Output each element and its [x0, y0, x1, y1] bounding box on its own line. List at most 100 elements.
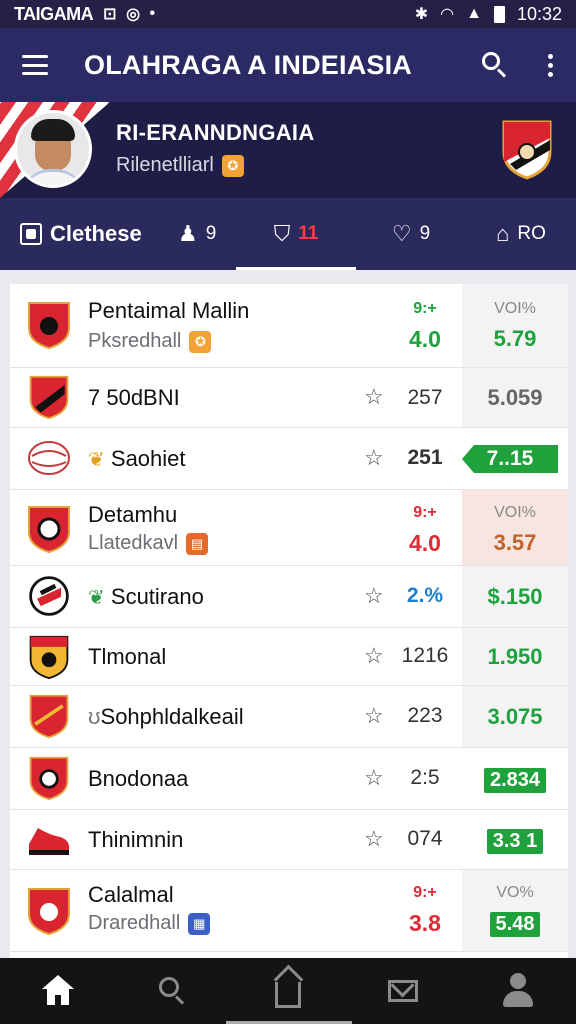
profile-name: RI-ERANNDNGAIA — [116, 120, 315, 145]
percent-label: VOI% — [494, 504, 536, 521]
avatar[interactable] — [14, 110, 92, 188]
tab-trophy[interactable]: ♟ 9 — [178, 198, 236, 270]
more-options-icon[interactable] — [546, 53, 554, 77]
nav-home[interactable] — [26, 965, 90, 1017]
list-item[interactable]: ʊSohphldalkeail ☆ 223 3.075 — [10, 686, 568, 748]
odds-top: 9:+ — [413, 504, 437, 521]
price-value: 1.950 — [487, 644, 543, 669]
tab-trophy-count: 9 — [205, 223, 217, 244]
badge-icon: ▦ — [188, 912, 211, 935]
sync-icon: ◎ — [126, 6, 140, 23]
nav-profile[interactable] — [486, 965, 550, 1017]
bluetooth-icon: ✱ — [414, 6, 429, 23]
link-icon: ʊ — [88, 704, 101, 729]
price-value-wrap: 5.48 — [462, 910, 568, 937]
team-name: Detamhu — [88, 502, 178, 527]
percent-label: VO% — [496, 884, 534, 901]
price-value: 3.57 — [493, 530, 537, 555]
club-crest-icon[interactable] — [500, 118, 554, 180]
tab-bookmark-count: 11 — [298, 223, 319, 244]
menu-icon[interactable] — [22, 55, 48, 75]
club-crest-icon — [29, 635, 69, 680]
tab-heart-count: 9 — [419, 223, 431, 244]
club-crest-icon — [28, 888, 70, 936]
team-sub-text: Llatedkavl — [88, 532, 179, 554]
star-icon[interactable]: ☆ — [364, 765, 384, 791]
star-icon[interactable]: ☆ — [364, 384, 384, 410]
price-value-wrap: 2.834 — [462, 766, 568, 793]
list-item[interactable]: Tlmonal ☆ 1216 1.950 — [10, 628, 568, 686]
star-icon[interactable]: ☆ — [364, 703, 384, 729]
list-item[interactable]: Calalmal Draredhall ▦ 9:+ 3.8 VO% 5.48 — [10, 870, 568, 952]
house-outline-icon — [274, 982, 301, 1008]
list-item[interactable]: Pentaimal Mallin Pksredhall ✪ 9:+ 4.0 VOI… — [10, 284, 568, 368]
price-badge: 7..15 — [462, 445, 558, 473]
price-value: $.150 — [487, 584, 543, 609]
nav-search[interactable] — [141, 965, 205, 1017]
club-crest-icon — [29, 756, 69, 801]
carrier-label: TAIGAMA — [14, 3, 94, 24]
club-crest-icon — [29, 375, 69, 420]
home-icon — [41, 975, 74, 1005]
odds-value: 4.0 — [409, 326, 441, 352]
mail-icon — [388, 980, 419, 1002]
team-name-wrap: ❦ Scutirano — [88, 584, 204, 610]
club-crest-icon — [29, 576, 69, 616]
star-icon[interactable]: ☆ — [364, 445, 384, 471]
price-value: 5.48 — [489, 912, 541, 937]
team-name: Calalmal — [88, 882, 174, 907]
price-value: 3.3 1 — [486, 829, 544, 854]
list-item[interactable]: ❦ Saohiet ☆ 251 7..15 — [10, 428, 568, 490]
vote-count: 223 — [407, 704, 443, 727]
odds-value: 3.8 — [409, 910, 441, 936]
tab-news[interactable]: Clethese — [0, 198, 172, 270]
vote-count: 251 — [407, 446, 443, 469]
club-crest-icon — [28, 302, 70, 350]
list-item[interactable]: 7 50dBNI ☆ 257 5.059 — [10, 368, 568, 428]
battery-icon — [493, 5, 505, 23]
star-icon[interactable]: ☆ — [364, 583, 384, 609]
badge-icon: ✪ — [189, 330, 212, 353]
list-item[interactable]: Thinimnin ☆ 074 3.3 1 — [10, 810, 568, 870]
vote-count: 074 — [407, 827, 443, 850]
status-bar: TAIGAMA ⊡ ◎ • ✱ ◠ ▲ 10:32 — [0, 0, 576, 28]
app-title: OLAHRAGA A INDEIASIA — [84, 49, 412, 80]
signal-icon: ▲ — [466, 5, 482, 22]
tab-news-label: Clethese — [50, 221, 142, 246]
clock: 10:32 — [516, 3, 562, 24]
nav-feed[interactable] — [256, 965, 320, 1017]
tab-bar: Clethese ♟ 9 ⛉ 11 ♡ 9 ⌂ RO — [0, 198, 576, 270]
price-value: 3.075 — [487, 704, 543, 729]
team-name: Scutirano — [110, 584, 204, 609]
list-item[interactable]: Detamhu Llatedkavl ▤ 9:+ 4.0 VOI% 3.57 — [10, 490, 568, 566]
list-item[interactable]: Bnodonaa ☆ 2:5 2.834 — [10, 748, 568, 810]
leaf-icon: ❦ — [88, 587, 105, 609]
heart-icon: ♡ — [391, 221, 412, 246]
ball-icon — [28, 441, 70, 475]
news-icon — [20, 223, 42, 245]
team-name: Pentaimal Mallin — [88, 298, 250, 323]
profile-header: RI-ERANNDNGAIA Rilenetlliarl ✪ — [0, 102, 576, 198]
notification-icon: ⊡ — [103, 6, 117, 23]
team-name: Sohphldalkeail — [100, 704, 244, 729]
list-item[interactable]: ❦ Scutirano ☆ 2.% $.150 — [10, 566, 568, 628]
star-icon[interactable]: ☆ — [364, 826, 384, 852]
club-crest-icon — [28, 506, 70, 554]
dots-icon: • — [149, 5, 156, 22]
profile-subtitle-text: Rilenetlliarl — [116, 154, 214, 176]
vote-count: 257 — [407, 386, 443, 409]
search-icon[interactable] — [480, 50, 510, 80]
nav-inbox[interactable] — [371, 965, 435, 1017]
trophy-icon: ♟ — [178, 221, 198, 246]
odds-top: 9:+ — [413, 884, 437, 901]
team-name: Thinimnin — [88, 827, 184, 852]
price-value: 5.79 — [493, 326, 537, 351]
team-sub: Llatedkavl ▤ — [88, 532, 209, 555]
team-name: Saohiet — [110, 446, 186, 471]
tab-heart[interactable]: ♡ 9 — [356, 198, 466, 270]
team-name-wrap: ❦ Saohiet — [88, 446, 186, 472]
leaf-icon: ❦ — [88, 449, 105, 471]
tab-bookmark[interactable]: ⛉ 11 — [236, 198, 356, 270]
star-icon[interactable]: ☆ — [364, 643, 384, 669]
tab-stadium[interactable]: ⌂ RO — [466, 198, 576, 270]
